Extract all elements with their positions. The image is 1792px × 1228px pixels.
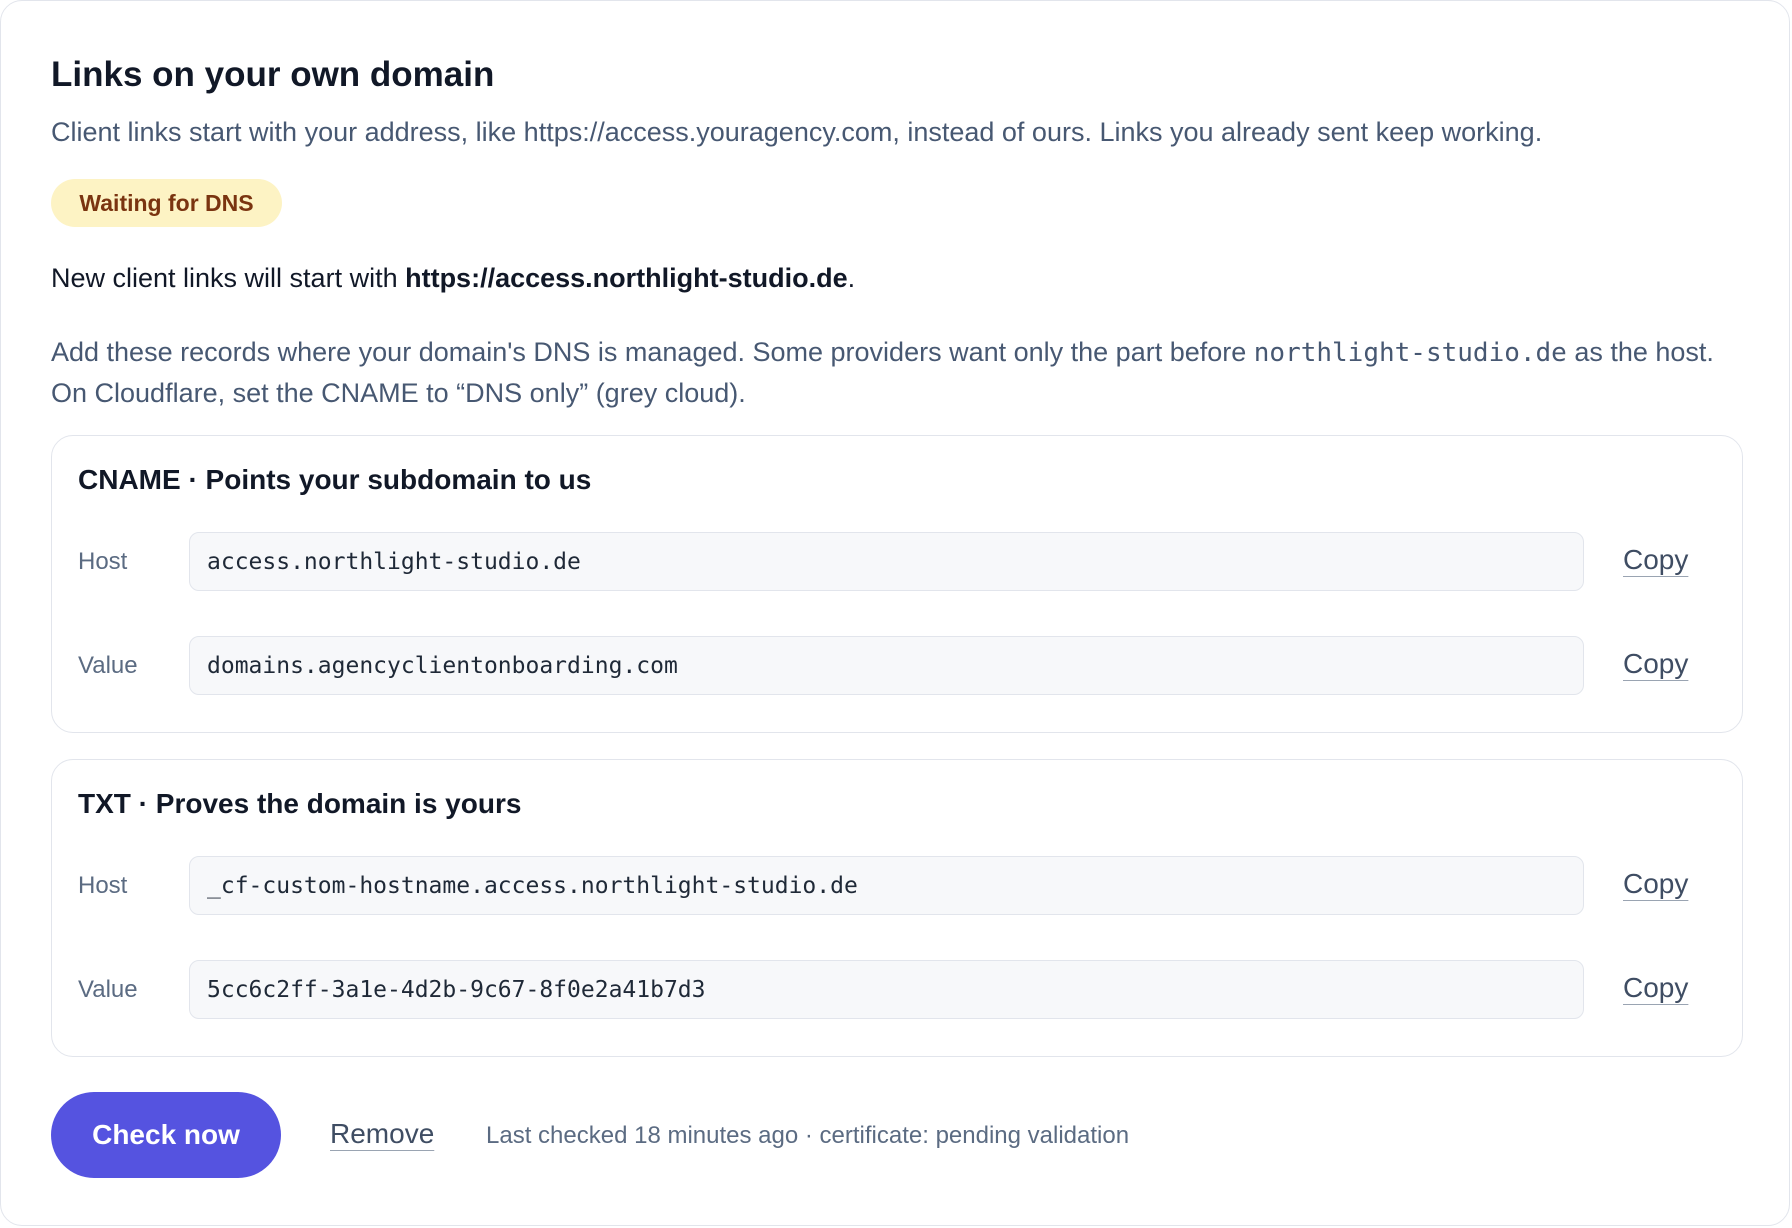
instructions-part1: Add these records where your domain's DN…: [51, 337, 1254, 367]
value-label: Value: [78, 976, 138, 1003]
copy-host-button[interactable]: Copy: [1623, 868, 1688, 900]
new-links-suffix: .: [847, 263, 856, 293]
txt-record-card: TXT · Proves the domain is yours Host _c…: [51, 759, 1743, 1057]
new-links-text: New client links will start with https:/…: [51, 263, 855, 294]
host-field[interactable]: access.northlight-studio.de: [189, 532, 1584, 591]
last-checked-status: Last checked 18 minutes ago · certificat…: [486, 1122, 1130, 1149]
description: Client links start with your address, li…: [51, 117, 1543, 147]
value-field[interactable]: domains.agencyclientonboarding.com: [189, 636, 1584, 695]
status-badge: Waiting for DNS: [51, 179, 282, 227]
record-heading: CNAME · Points your subdomain to us: [78, 464, 592, 495]
record-heading: TXT · Proves the domain is yours: [78, 788, 522, 819]
new-links-prefix: New client links will start with: [51, 263, 406, 293]
host-label: Host: [78, 548, 128, 575]
new-links-url: https://access.northlight-studio.de: [405, 263, 848, 293]
remove-button[interactable]: Remove: [330, 1118, 434, 1150]
custom-domain-card: Links on your own domain Client links st…: [0, 0, 1790, 1226]
copy-value-button[interactable]: Copy: [1623, 648, 1688, 680]
cname-record-card: CNAME · Points your subdomain to us Host…: [51, 435, 1743, 733]
value-label: Value: [78, 652, 138, 679]
copy-host-button[interactable]: Copy: [1623, 544, 1688, 576]
value-field[interactable]: 5cc6c2ff-3a1e-4d2b-9c67-8f0e2a41b7d3: [189, 960, 1584, 1019]
instructions-domain: northlight-studio.de: [1253, 338, 1567, 368]
host-label: Host: [78, 872, 128, 899]
dns-instructions: Add these records where your domain's DN…: [51, 332, 1751, 413]
host-field[interactable]: _cf-custom-hostname.access.northlight-st…: [189, 856, 1584, 915]
page-title: Links on your own domain: [51, 55, 495, 94]
check-now-button[interactable]: Check now: [51, 1092, 281, 1178]
copy-value-button[interactable]: Copy: [1623, 972, 1688, 1004]
